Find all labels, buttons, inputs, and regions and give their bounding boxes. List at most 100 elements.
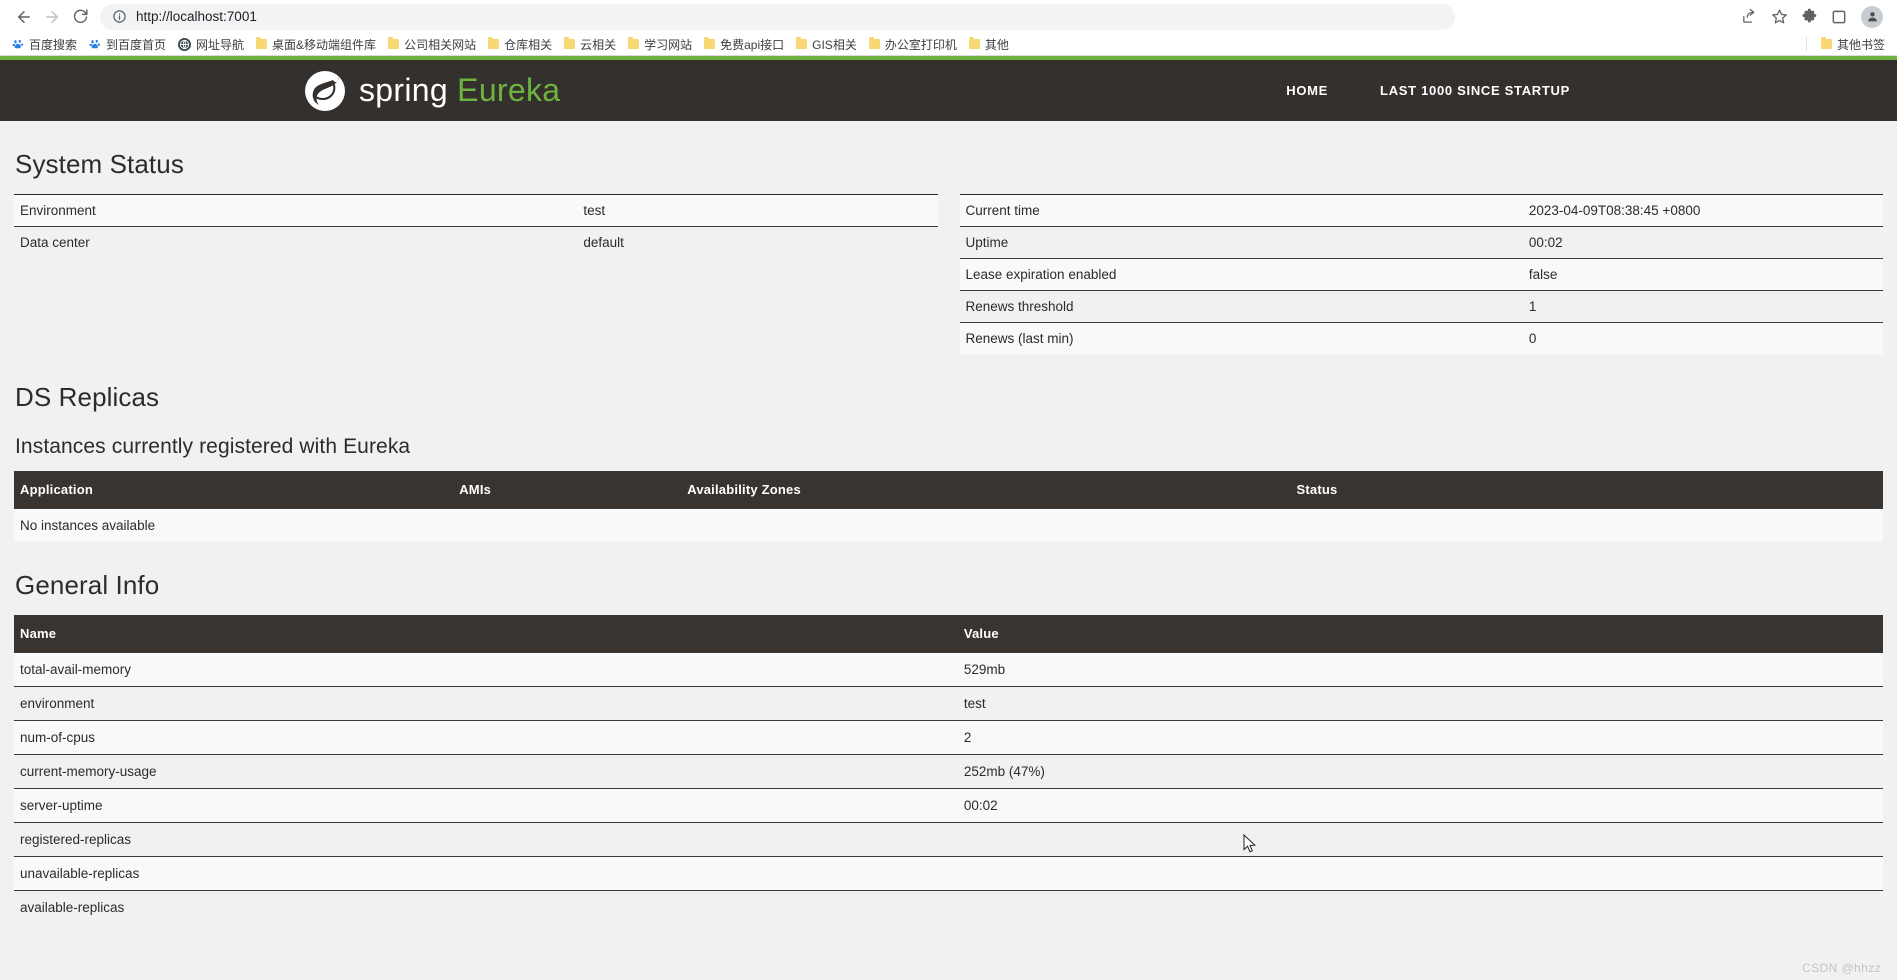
extensions-button[interactable] [1795,3,1823,31]
bookmark-label: 公司相关网站 [404,37,477,52]
brand[interactable]: spring Eureka [303,69,560,113]
table-row: Renews threshold 1 [959,290,1883,323]
row-value: 0 [1522,322,1883,354]
share-icon [1742,8,1754,23]
system-status-left: Environment test Data center default [14,194,938,354]
eureka-header: spring Eureka HOME LAST 1000 SINCE START… [0,56,1897,121]
folder-icon [704,37,716,49]
bookmark-label: 网址导航 [196,37,245,52]
table-header-row: Name Value [14,615,1883,653]
toolbar-actions [1735,3,1887,31]
row-value: false [1522,258,1883,291]
table-row: total-avail-memory 529mb [14,652,1883,687]
side-panel-button[interactable] [1825,3,1853,31]
instances-title: Instances currently registered with Eure… [15,435,411,458]
bookmark-item[interactable]: 其他 [963,35,1015,54]
back-button[interactable] [10,3,38,31]
table-row: available-replicas [14,890,1883,924]
row-value [957,822,1883,857]
bookmark-label: 到百度首页 [106,37,167,52]
site-info-icon[interactable] [112,9,127,24]
bookmarks-divider [1805,37,1807,51]
share-button[interactable] [1735,3,1763,31]
table-row: Environment test [14,194,938,227]
reload-icon [73,9,88,24]
row-name: Renews threshold [959,290,1523,323]
bookmark-item[interactable]: 学习网站 [622,35,698,54]
star-icon [1771,9,1787,24]
instances-table: Application AMIs Availability Zones Stat… [14,471,1883,542]
system-status-grid: Environment test Data center default Cur… [14,194,1883,354]
row-name: Renews (last min) [959,322,1523,354]
reload-button[interactable] [66,3,94,31]
spring-leaf-logo-icon [303,69,347,113]
table-row: Current time 2023-04-09T08:38:45 +0800 [959,194,1883,227]
row-value: test [957,686,1883,721]
eureka-page: spring Eureka HOME LAST 1000 SINCE START… [0,56,1897,980]
address-bar[interactable]: http://localhost:7001 [100,3,1455,30]
system-status-right-table: Current time 2023-04-09T08:38:45 +0800 U… [959,194,1883,354]
column-header-availability-zones: Availability Zones [681,471,1291,509]
baidu-paw-icon [89,38,101,50]
bookmark-item[interactable]: GIS相关 [790,35,863,54]
bookmark-item[interactable]: 到百度首页 [83,35,172,54]
row-name: Lease expiration enabled [959,258,1523,291]
general-info-table: Name Value total-avail-memory 529mb envi… [14,615,1883,924]
bookmark-item[interactable]: 免费api接口 [698,35,790,54]
ds-replicas-title: DS Replicas [15,382,160,412]
folder-icon [256,37,268,49]
browser-chrome: http://localhost:7001 百度搜索 到百度首页 网址导航 桌面… [0,0,1897,56]
bookmark-item[interactable]: 公司相关网站 [382,35,482,54]
other-bookmarks-button[interactable]: 其他书签 [1815,35,1891,54]
row-name: available-replicas [14,890,958,924]
general-info-title: General Info [15,570,160,600]
profile-avatar-icon [1867,12,1877,22]
bookmark-item[interactable]: 百度搜索 [6,35,83,54]
nav-link-home[interactable]: HOME [1286,83,1328,98]
bookmark-item[interactable]: 桌面&移动端组件库 [250,35,382,54]
row-name: Data center [14,226,578,258]
bookmark-item[interactable]: 网址导航 [172,35,250,54]
bookmark-item[interactable]: 仓库相关 [482,35,558,54]
bookmark-label: 其他 [984,37,1009,52]
forward-button[interactable] [38,3,66,31]
column-header-name: Name [14,615,958,653]
row-name: Uptime [959,226,1523,259]
empty-message: No instances available [14,508,1883,542]
url-text: http://localhost:7001 [136,9,257,24]
row-value [957,890,1883,924]
table-row: environment test [14,686,1883,721]
bookmark-label: 学习网站 [644,37,693,52]
bookmark-label: 云相关 [580,37,617,52]
puzzle-piece-icon [1801,8,1816,23]
row-value: 252mb (47%) [957,754,1883,789]
bookmark-label: 仓库相关 [504,37,553,52]
page-content: System Status Environment test Data cent… [0,149,1897,924]
system-status-right: Current time 2023-04-09T08:38:45 +0800 U… [959,194,1883,354]
table-row: Data center default [14,226,938,258]
profile-button[interactable] [1861,5,1883,28]
row-name: server-uptime [14,788,958,823]
folder-icon [388,37,400,49]
table-row: server-uptime 00:02 [14,788,1883,823]
brand-text: spring Eureka [359,72,560,109]
bookmark-label: 办公室打印机 [884,37,957,52]
table-row: num-of-cpus 2 [14,720,1883,755]
bookmark-item[interactable]: 办公室打印机 [863,35,963,54]
bookmark-label: GIS相关 [812,37,857,52]
back-arrow-icon [18,10,30,23]
bookmark-item[interactable]: 云相关 [558,35,622,54]
globe-icon [178,37,192,51]
bookmark-label: 桌面&移动端组件库 [272,37,377,52]
bookmark-button[interactable] [1765,3,1793,31]
folder-icon [1820,37,1832,49]
bookmarks-bar: 百度搜索 到百度首页 网址导航 桌面&移动端组件库 公司相关网站 仓库相关 云相… [0,33,1897,55]
folder-icon [796,37,808,49]
row-name: unavailable-replicas [14,856,958,891]
column-header-value: Value [957,615,1883,653]
nav-link-last-1000[interactable]: LAST 1000 SINCE STARTUP [1380,83,1570,98]
row-value: 2 [957,720,1883,755]
row-name: Environment [14,194,578,227]
brand-secondary: Eureka [457,72,561,108]
column-header-status: Status [1290,471,1883,509]
